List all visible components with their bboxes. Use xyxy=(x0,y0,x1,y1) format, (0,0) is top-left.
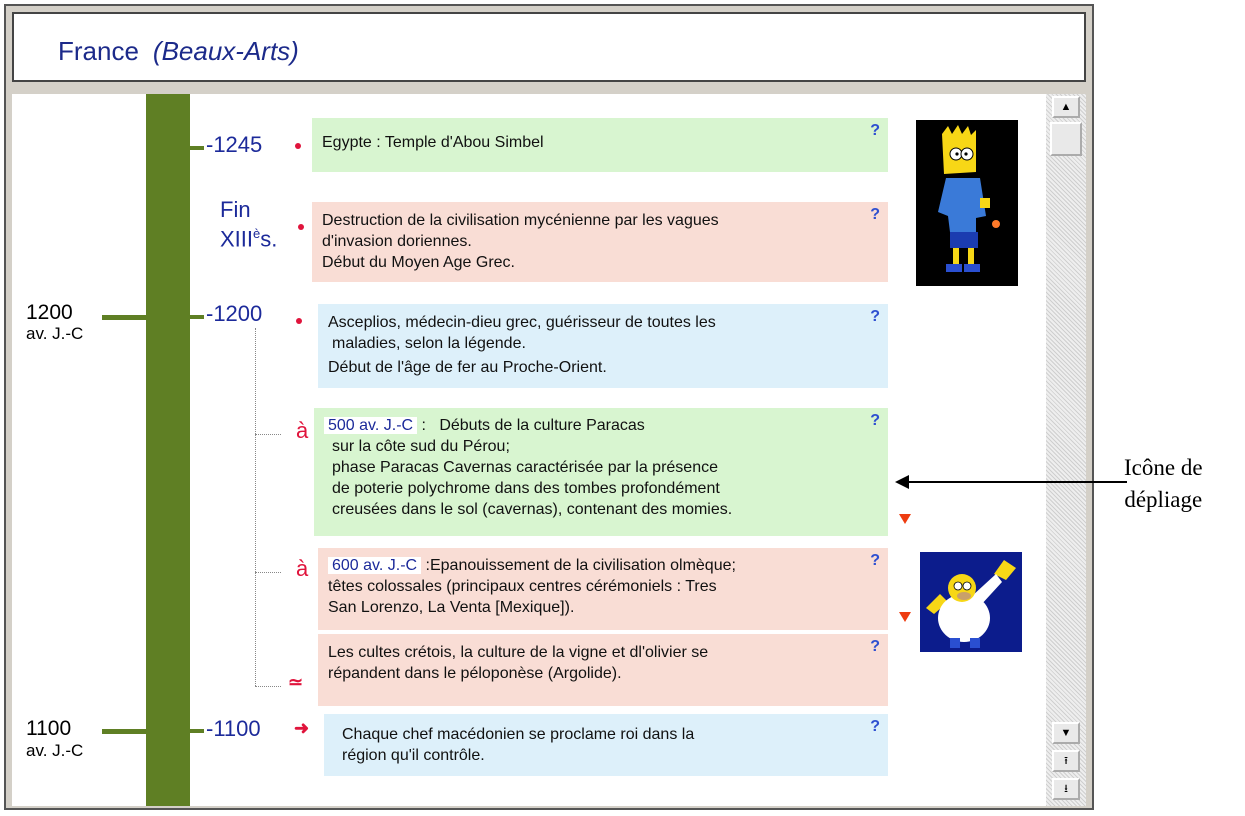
event-marker xyxy=(298,224,304,230)
event-text-line: Début de l'âge de fer au Proche-Orient. xyxy=(328,359,607,376)
header-bar: France (Beaux-Arts) xyxy=(12,12,1086,82)
page-title: France (Beaux-Arts) xyxy=(58,36,299,67)
period-line2: XIIIès. xyxy=(220,222,277,251)
event-card[interactable]: 600 av. J.-C :Epanouissement de la civil… xyxy=(318,548,888,630)
vertical-scrollbar[interactable]: ▲ ▼ ⭱ ⭳ xyxy=(1046,94,1086,806)
year-tick xyxy=(190,146,204,150)
century-tick-1200 xyxy=(102,315,146,320)
homer-illustration xyxy=(920,552,1022,652)
event-text-line: sur la côte sud du Pérou; xyxy=(332,438,510,455)
century-label-1200: 1200 xyxy=(26,301,73,324)
title-country: France xyxy=(58,36,139,66)
century-label-1100: 1100 xyxy=(26,717,72,740)
help-icon[interactable]: ? xyxy=(870,204,880,225)
tree-connector xyxy=(255,328,256,686)
event-text-line: maladies, selon la légende. xyxy=(332,335,526,352)
event-text-line: phase Paracas Cavernas caractérisée par … xyxy=(332,459,718,476)
event-text-line: Début du Moyen Age Grec. xyxy=(322,254,515,271)
year-tick xyxy=(190,729,204,733)
event-text-line: d'invasion doriennes. xyxy=(322,233,472,250)
approx-date-icon: ≃ xyxy=(288,672,304,692)
annotation-line: Icône de xyxy=(1124,455,1203,480)
annotation-line: dépliage xyxy=(1124,487,1203,512)
event-text-line: répandent dans le péloponèse (Argolide). xyxy=(328,665,622,682)
help-icon[interactable]: ? xyxy=(870,306,880,327)
expand-icon[interactable] xyxy=(899,514,911,524)
event-card[interactable]: Destruction de la civilisation mycénienn… xyxy=(312,202,888,282)
timeline-content: 1200 av. J.-C 1100 av. J.-C -1245 Egypte… xyxy=(12,94,1046,806)
event-text-line: Chaque chef macédonien se proclame roi d… xyxy=(342,726,695,743)
year-tick xyxy=(190,315,204,319)
event-text-line: têtes colossales (principaux centres cér… xyxy=(328,578,717,595)
tree-connector xyxy=(255,686,281,687)
year-label[interactable]: -1100 xyxy=(206,716,261,742)
event-text-line: 500 av. J.-C : Débuts de la culture Para… xyxy=(324,415,878,436)
event-text-line: Asceplios, médecin-dieu grec, guérisseur… xyxy=(328,314,716,331)
annotation-arrow-line xyxy=(905,481,1127,483)
scroll-page-up-button[interactable]: ⭱ xyxy=(1052,750,1080,772)
range-marker: à xyxy=(296,418,309,443)
date-separator: : xyxy=(421,417,426,434)
bart-illustration xyxy=(916,120,1018,286)
period-suffix: s. xyxy=(260,226,278,252)
event-text-line: de poterie polychrome dans des tombes pr… xyxy=(332,480,720,497)
help-icon[interactable]: ? xyxy=(870,550,880,571)
event-card[interactable]: 500 av. J.-C : Débuts de la culture Para… xyxy=(314,408,888,536)
event-text: :Epanouissement de la civilisation olmèq… xyxy=(425,557,736,574)
event-text-line: San Lorenzo, La Venta [Mexique]). xyxy=(328,599,575,616)
period-century: XIII xyxy=(220,226,254,252)
event-date[interactable]: 500 av. J.-C xyxy=(324,417,418,434)
year-label[interactable]: -1200 xyxy=(206,301,262,327)
help-icon[interactable]: ? xyxy=(870,636,880,657)
event-marker xyxy=(296,318,302,324)
range-marker: à xyxy=(296,556,309,581)
century-sub-1200: av. J.-C xyxy=(26,324,84,343)
event-text: Débuts de la culture Paracas xyxy=(439,417,645,434)
event-text-line: 600 av. J.-C :Epanouissement de la civil… xyxy=(328,555,878,576)
event-marker xyxy=(295,143,301,149)
scroll-down-button[interactable]: ▼ xyxy=(1052,722,1080,744)
tree-connector xyxy=(255,572,281,573)
period-label[interactable]: Fin XIIIès. xyxy=(220,198,277,251)
arrow-right-icon: ➜ xyxy=(294,718,310,738)
title-category: (Beaux-Arts) xyxy=(152,36,299,66)
tree-connector xyxy=(255,434,281,435)
event-card[interactable]: Asceplios, médecin-dieu grec, guérisseur… xyxy=(318,304,888,388)
event-text-line: Les cultes crétois, la culture de la vig… xyxy=(328,644,709,661)
help-icon[interactable]: ? xyxy=(870,716,880,737)
period-line1: Fin xyxy=(220,197,251,222)
event-text-line: Destruction de la civilisation mycénienn… xyxy=(322,212,719,229)
scroll-thumb[interactable] xyxy=(1050,122,1082,156)
event-card[interactable]: Egypte : Temple d'Abou Simbel ? xyxy=(312,118,888,172)
event-card[interactable]: Chaque chef macédonien se proclame roi d… xyxy=(324,714,888,776)
annotation-arrow-head xyxy=(895,475,909,489)
help-icon[interactable]: ? xyxy=(870,120,880,141)
expand-icon[interactable] xyxy=(899,612,911,622)
event-card[interactable]: Les cultes crétois, la culture de la vig… xyxy=(318,634,888,706)
event-date[interactable]: 600 av. J.-C xyxy=(328,557,422,574)
timeline-trunk xyxy=(146,94,190,806)
century-tick-1100 xyxy=(102,729,146,734)
scroll-page-down-button[interactable]: ⭳ xyxy=(1052,778,1080,800)
event-text: Egypte : Temple d'Abou Simbel xyxy=(322,134,544,151)
scroll-up-button[interactable]: ▲ xyxy=(1052,96,1080,118)
help-icon[interactable]: ? xyxy=(870,410,880,431)
century-sub-1100: av. J.-C xyxy=(26,741,84,760)
event-text-line: région qu'il contrôle. xyxy=(342,747,485,764)
event-text-line: creusées dans le sol (cavernas), contena… xyxy=(332,501,733,518)
annotation-label: Icône de dépliage xyxy=(1124,452,1203,516)
year-label[interactable]: -1245 xyxy=(206,132,262,158)
